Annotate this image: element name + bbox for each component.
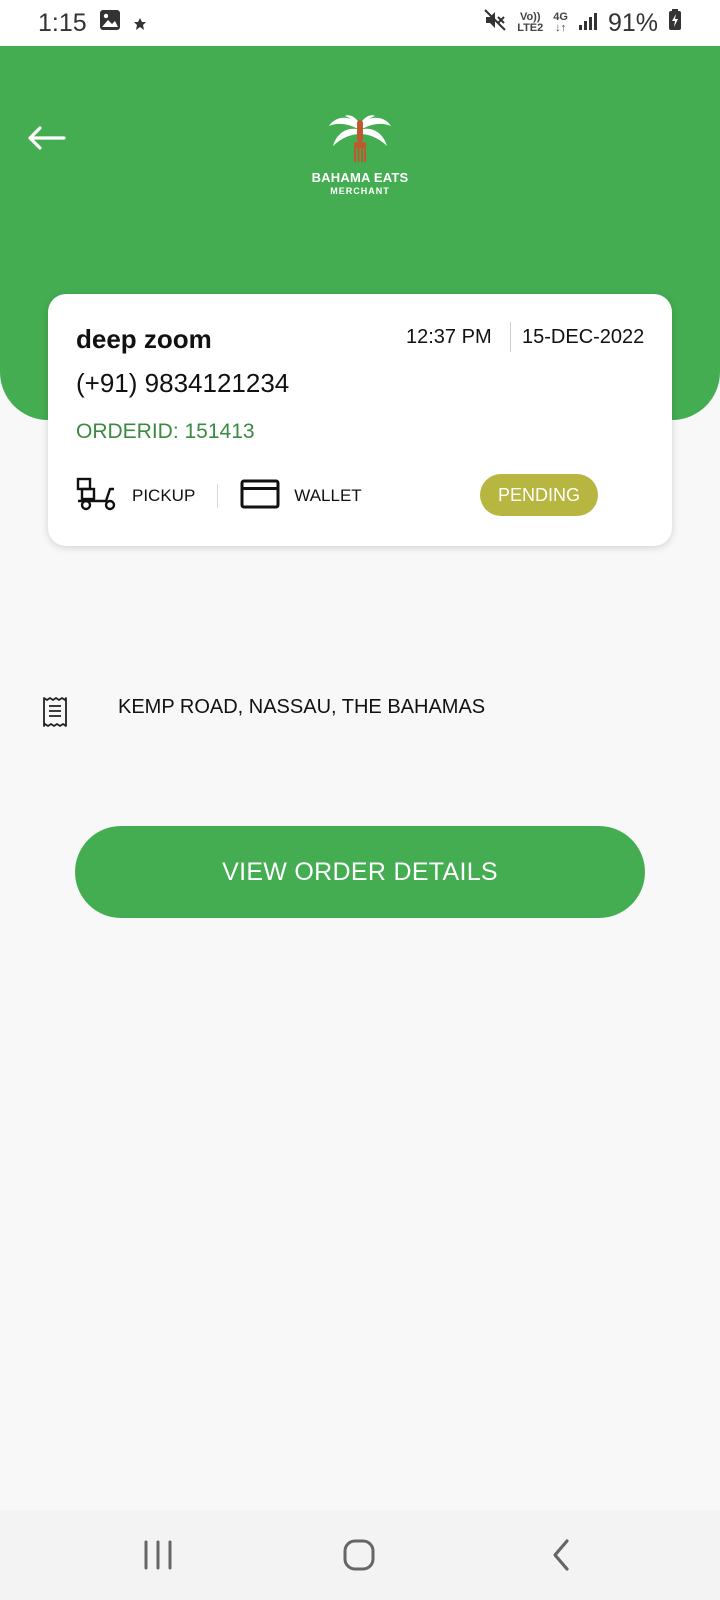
order-meta-row: PICKUP WALLET [76, 476, 362, 516]
delivery-type: PICKUP [132, 486, 196, 505]
battery-percent: 91% [607, 8, 658, 37]
status-left: 1:15 [38, 9, 147, 38]
recent-apps-icon[interactable] [133, 1532, 183, 1578]
system-nav-bar [0, 1510, 720, 1600]
address-row: KEMP ROAD, NASSAU, THE BAHAMAS [42, 696, 682, 736]
volte-indicator: Vo)) LTE2 [517, 12, 543, 34]
logo-subtitle: MERCHANT [330, 186, 390, 196]
payment-method: WALLET [294, 486, 362, 505]
address-text: KEMP ROAD, NASSAU, THE BAHAMAS [118, 696, 486, 718]
mute-icon [483, 8, 507, 39]
status-time: 1:15 [38, 8, 87, 37]
back-arrow-icon [28, 126, 66, 150]
back-button[interactable] [24, 116, 68, 160]
notification-icon [133, 9, 147, 38]
order-card[interactable]: deep zoom (+91) 9834121234 ORDERID: 1514… [48, 294, 672, 546]
brand-logo: BAHAMA EATS MERCHANT [300, 112, 420, 202]
status-right: Vo)) LTE2 4G ↓↑ 91% [483, 8, 682, 39]
customer-name: deep zoom [76, 324, 212, 354]
gallery-icon [99, 9, 121, 38]
scooter-icon [76, 477, 118, 516]
data-arrows-icon: ↓↑ [555, 22, 567, 34]
order-time: 12:37 PM [406, 326, 492, 348]
logo-title: BAHAMA EATS [311, 170, 409, 185]
status-bar: 1:15 Vo)) LTE2 4G ↓↑ 91% [0, 0, 720, 46]
view-order-details-button[interactable]: VIEW ORDER DETAILS [75, 826, 645, 918]
customer-phone: (+91) 9834121234 [76, 368, 290, 398]
home-icon[interactable] [334, 1532, 384, 1578]
time-divider [510, 322, 511, 352]
status-badge: PENDING [480, 474, 598, 516]
palm-fork-icon [329, 115, 391, 162]
wallet-icon [240, 478, 280, 515]
receipt-icon [42, 696, 68, 733]
order-id: ORDERID: 151413 [76, 420, 255, 443]
battery-icon [668, 8, 682, 38]
signal-icon [578, 9, 598, 38]
order-date: 15-DEC-2022 [522, 326, 645, 348]
system-back-icon[interactable] [536, 1532, 586, 1578]
meta-divider [217, 484, 219, 508]
network-indicator: 4G ↓↑ [553, 12, 568, 34]
lte-label: LTE2 [517, 22, 544, 34]
